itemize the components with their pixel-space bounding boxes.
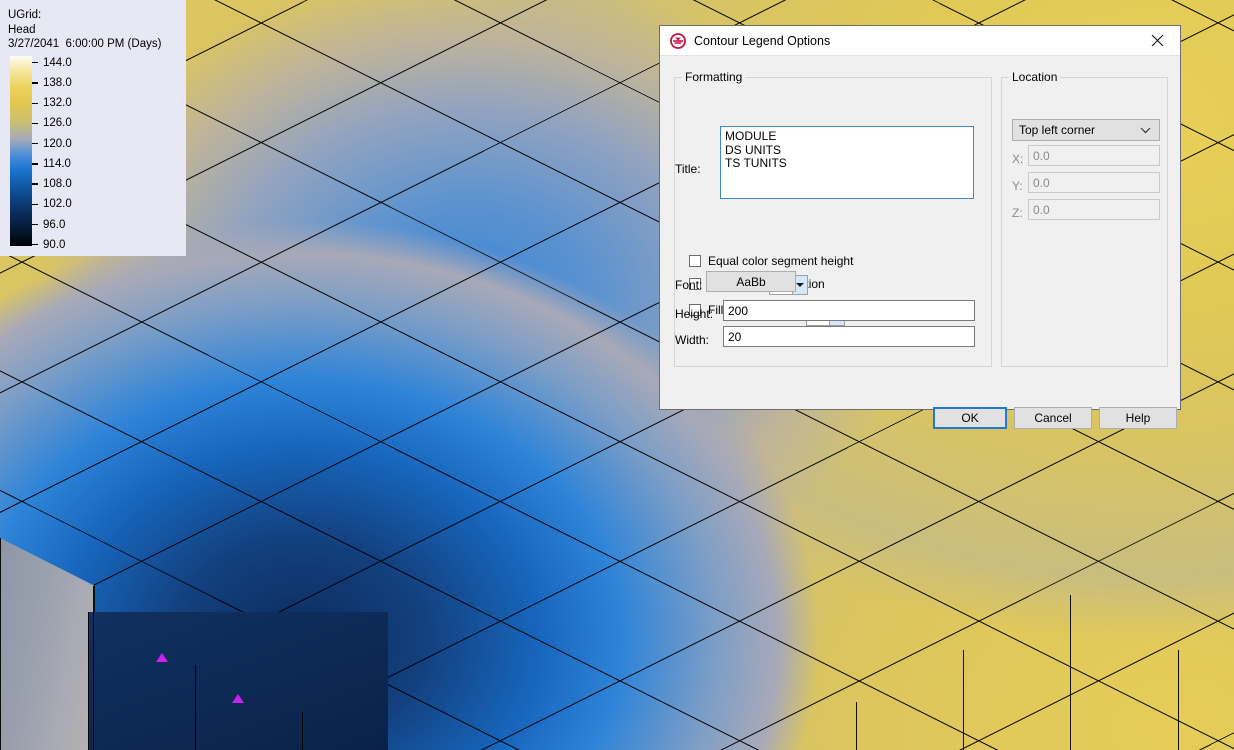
legend-tick-label: 126.0 [43,117,72,129]
legend-tick-mark [32,204,38,205]
legend-header: UGrid: Head 3/27/2041 6:00:00 PM (Days) [0,0,186,52]
block-edge [0,538,1,750]
help-button[interactable]: Help [1099,407,1177,429]
app-window: UGrid: Head 3/27/2041 6:00:00 PM (Days) … [0,0,1234,750]
x-label: X: [1012,152,1023,166]
grid-dark-block [88,612,388,750]
legend-tick: 126.0 [32,116,72,130]
block-edge [856,702,857,750]
legend-tick-mark [32,103,38,104]
font-label: Font: [675,278,702,292]
legend-tick-label: 138.0 [43,77,72,89]
dialog-title: Contour Legend Options [694,34,1135,48]
legend-tick: 96.0 [32,218,65,232]
point-marker [156,653,168,662]
height-label: Height: [675,307,713,321]
legend-tick: 102.0 [32,197,72,211]
legend-tick-label: 120.0 [43,138,72,150]
legend-tick-label: 102.0 [43,198,72,210]
width-label: Width: [675,333,709,347]
block-edge [302,712,303,750]
point-marker [232,694,244,703]
legend-tick-mark [32,224,38,225]
y-label: Y: [1012,179,1023,193]
equal-color-segment-height-checkbox[interactable] [689,255,701,267]
location-corner-selected-value: Top left corner [1019,123,1095,137]
width-input[interactable] [723,326,975,347]
contour-legend-options-dialog[interactable]: Contour Legend Options Formatting Title:… [659,25,1181,410]
legend-tick-label: 144.0 [43,57,72,69]
legend-tick-mark [32,244,38,245]
location-group-label: Location [1009,70,1060,84]
location-corner-select[interactable]: Top left corner [1012,119,1160,141]
block-edge [195,665,196,750]
legend-tick-mark [32,163,38,164]
title-label: Title: [675,162,701,176]
legend-tick-mark [32,183,38,184]
equal-color-segment-height-checkbox-row[interactable]: Equal color segment height [689,254,853,268]
font-button[interactable]: AaBb [706,271,796,292]
legend-tick-label: 114.0 [43,158,71,170]
legend-tick-label: 96.0 [43,219,65,231]
legend-tick-label: 132.0 [43,97,72,109]
chevron-down-icon [796,283,804,287]
ok-button[interactable]: OK [933,407,1007,429]
legend-tick-label: 108.0 [43,178,72,190]
cancel-button[interactable]: Cancel [1014,407,1092,429]
z-label: Z: [1012,206,1023,220]
dialog-titlebar: Contour Legend Options [660,26,1180,56]
dialog-body: Formatting Title: MODULE DS UNITS TS TUN… [660,56,1180,409]
legend-tick: 132.0 [32,96,72,110]
equal-color-segment-height-label: Equal color segment height [708,254,853,268]
title-input[interactable]: MODULE DS UNITS TS TUNITS [720,126,974,199]
contour-legend[interactable]: UGrid: Head 3/27/2041 6:00:00 PM (Days) … [0,0,186,256]
legend-tick: 90.0 [32,238,65,252]
legend-tick: 114.0 [32,157,71,171]
legend-tick-label: 90.0 [43,239,65,251]
y-input[interactable] [1028,172,1160,193]
legend-scale: 144.0 138.0 132.0 126.0 120.0 114.0 108.0 102.0… [0,56,186,256]
legend-tick: 108.0 [32,177,72,191]
legend-tick: 138.0 [32,76,72,90]
legend-colorbar [10,56,32,246]
block-edge [1070,595,1071,750]
height-input[interactable] [723,300,975,321]
block-edge [963,650,964,750]
formatting-group-label: Formatting [682,70,745,84]
app-logo-icon [670,33,686,49]
z-input[interactable] [1028,199,1160,220]
legend-tick: 120.0 [32,137,72,151]
legend-tick-mark [32,82,38,83]
legend-tick: 144.0 [32,56,72,70]
block-edge [88,612,89,750]
block-edge [1178,650,1179,750]
block-edge [93,586,94,750]
close-icon[interactable] [1135,27,1180,55]
legend-tick-mark [32,62,38,63]
legend-tick-mark [32,143,38,144]
legend-tick-mark [32,123,38,124]
chevron-down-icon [1140,127,1151,134]
x-input[interactable] [1028,145,1160,166]
